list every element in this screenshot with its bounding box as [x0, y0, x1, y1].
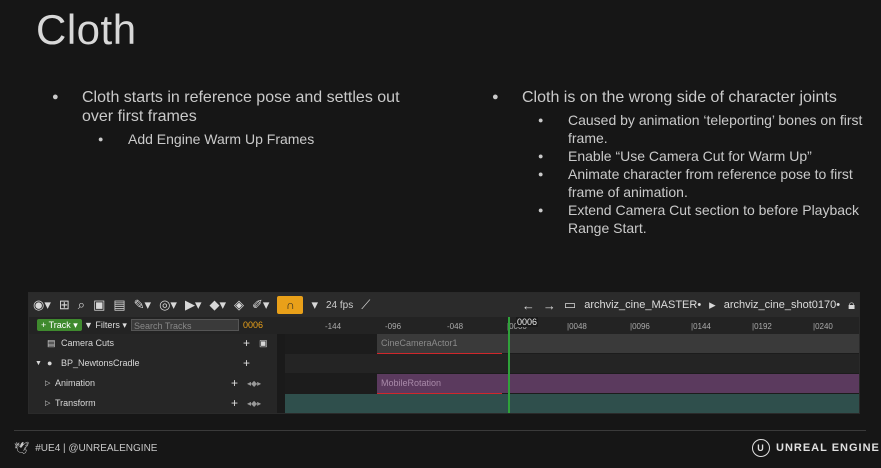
track-label: Transform — [55, 398, 96, 408]
filters-button[interactable]: ▼ Filters ▾ — [84, 319, 127, 331]
breadcrumb-master[interactable]: archviz_cine_MASTER• — [580, 293, 705, 317]
filters-label: Filters — [95, 320, 120, 330]
save-icon[interactable]: ⊞ — [55, 293, 74, 317]
fps-dropdown[interactable]: 24 fps — [322, 293, 357, 317]
time-ruler[interactable]: -144 -096 -048 |0000 |0048 |0096 |0144 |… — [285, 317, 859, 334]
expand-arrow-icon[interactable]: ▼ — [35, 354, 42, 373]
key-icon[interactable]: ◆▾ — [205, 293, 230, 317]
sequencer-panel: ◉▾ ⊞ ⌕ ▣ ▤ ✎▾ ◎▾ ▶▾ ◆▾ ◈ ✐▾ ∩ ▾ 24 fps ⟋… — [28, 292, 860, 414]
add-track-button[interactable]: + Track ▾ — [37, 319, 82, 331]
unreal-engine-logo: U UNREAL ENGINE — [752, 439, 880, 457]
section-label: MobileRotation — [381, 378, 442, 388]
camera-cut-section[interactable]: CineCameraActor1 — [377, 334, 859, 353]
timeline-area[interactable]: CineCameraActor1 MobileRotation — [285, 317, 859, 413]
add-icon[interactable]: + — [243, 334, 250, 353]
clapper-icon[interactable]: ▤ — [109, 293, 129, 317]
sequencer-toolbar: ◉▾ ⊞ ⌕ ▣ ▤ ✎▾ ◎▾ ▶▾ ◆▾ ◈ ✐▾ ∩ ▾ 24 fps ⟋… — [29, 293, 859, 317]
ruler-tick: |0144 — [691, 322, 711, 331]
playhead-label[interactable]: 0006 — [516, 317, 539, 327]
breadcrumb-separator-icon: ▸ — [709, 297, 716, 312]
sequencer-header-row: + Track ▾ ▼ Filters ▾ Search Tracks 0006… — [29, 317, 859, 334]
breadcrumb-shot[interactable]: archviz_cine_shot0170• — [720, 293, 844, 317]
camera-lock-icon[interactable]: ▣ — [259, 334, 268, 353]
ruler-tick: -144 — [325, 322, 342, 331]
add-icon[interactable]: + — [243, 354, 250, 373]
ruler-tick: |0240 — [813, 322, 833, 331]
folder-icon: ▭ — [563, 297, 577, 312]
play-icon[interactable]: ▶▾ — [181, 293, 206, 317]
track-label: Animation — [55, 378, 96, 388]
collapse-arrow-icon[interactable]: ▷ — [45, 394, 50, 413]
search-icon[interactable]: ⌕ — [74, 293, 89, 317]
camera-icon[interactable]: ▣ — [89, 293, 109, 317]
brand-text: UNREAL ENGINE — [776, 442, 880, 454]
track-actor[interactable]: ▼ ● BP_NewtonsCradle + — [29, 354, 277, 373]
track-label-column: ▤ Camera Cuts + ▣ ▼ ● BP_NewtonsCradle +… — [29, 334, 277, 413]
add-track-label: Track — [48, 320, 71, 330]
curve-editor-icon[interactable]: ⟋ — [357, 293, 374, 317]
camera-cut-icon: ▤ — [47, 338, 56, 348]
lock-icon[interactable]: 🔒︎ — [844, 293, 859, 317]
key-nav-icon[interactable]: ◂◆▸ — [247, 374, 261, 393]
unreal-logo-icon: U — [752, 439, 770, 457]
track-camera-cuts[interactable]: ▤ Camera Cuts + ▣ — [29, 334, 277, 353]
right-subbullet-2: Enable “Use Camera Cut for Warm Up” — [492, 147, 867, 165]
add-icon[interactable]: + — [231, 394, 238, 413]
actor-row-section — [285, 354, 859, 373]
footer-social: #UE4 | @UNREALENGINE — [35, 442, 158, 454]
right-subbullet-3: Animate character from reference pose to… — [492, 165, 867, 201]
add-icon[interactable]: + — [231, 374, 238, 393]
back-arrow-icon[interactable]: ← — [518, 293, 539, 317]
search-tracks-input[interactable]: Search Tracks — [131, 319, 239, 331]
section-label: CineCameraActor1 — [381, 338, 458, 348]
slide-title: Cloth — [36, 6, 137, 53]
track-rows: ▤ Camera Cuts + ▣ ▼ ● BP_NewtonsCradle +… — [29, 317, 859, 413]
left-column: Cloth starts in reference pose and settl… — [52, 88, 432, 148]
ruler-tick: -096 — [385, 322, 402, 331]
key-nav-icon[interactable]: ◂◆▸ — [247, 394, 261, 413]
left-bullet: Cloth starts in reference pose and settl… — [52, 88, 432, 126]
ruler-tick: -048 — [447, 322, 464, 331]
world-icon[interactable]: ◉▾ — [29, 293, 55, 317]
collapse-arrow-icon[interactable]: ▷ — [45, 374, 50, 393]
forward-arrow-icon[interactable]: → — [539, 293, 560, 317]
ruler-tick: |0192 — [752, 322, 772, 331]
ruler-tick: |0048 — [567, 322, 587, 331]
footer: 🕊︎ #UE4 | @UNREALENGINE — [14, 441, 157, 455]
right-bullet: Cloth is on the wrong side of character … — [492, 88, 867, 107]
track-transform[interactable]: ▷ Transform + ◂◆▸ — [29, 394, 277, 413]
playhead-line[interactable] — [508, 317, 510, 413]
magnet-icon[interactable]: ∩ — [277, 296, 304, 314]
snap-dropdown-icon[interactable]: ▾ — [307, 293, 322, 317]
transform-section[interactable] — [285, 394, 859, 413]
pen-icon[interactable]: ✐▾ — [248, 293, 273, 317]
track-label: Camera Cuts — [61, 338, 115, 348]
track-label: BP_NewtonsCradle — [61, 358, 140, 368]
auto-key-icon[interactable]: ◈ — [230, 293, 248, 317]
twitter-icon: 🕊︎ — [14, 441, 30, 455]
right-subbullet-4: Extend Camera Cut section to before Play… — [492, 201, 867, 237]
track-animation[interactable]: ▷ Animation + ◂◆▸ — [29, 374, 277, 393]
left-subbullet: Add Engine Warm Up Frames — [52, 130, 432, 148]
right-column: Cloth is on the wrong side of character … — [492, 88, 867, 237]
animation-section[interactable]: MobileRotation — [377, 374, 859, 393]
wrench-icon[interactable]: ✎▾ — [130, 293, 155, 317]
right-subbullet-1: Caused by animation ‘teleporting’ bones … — [492, 111, 867, 147]
eye-icon[interactable]: ◎▾ — [155, 293, 181, 317]
current-frame[interactable]: 0006 — [243, 319, 263, 331]
ruler-tick: |0096 — [630, 322, 650, 331]
actor-icon: ● — [47, 358, 53, 368]
footer-divider — [14, 430, 866, 431]
